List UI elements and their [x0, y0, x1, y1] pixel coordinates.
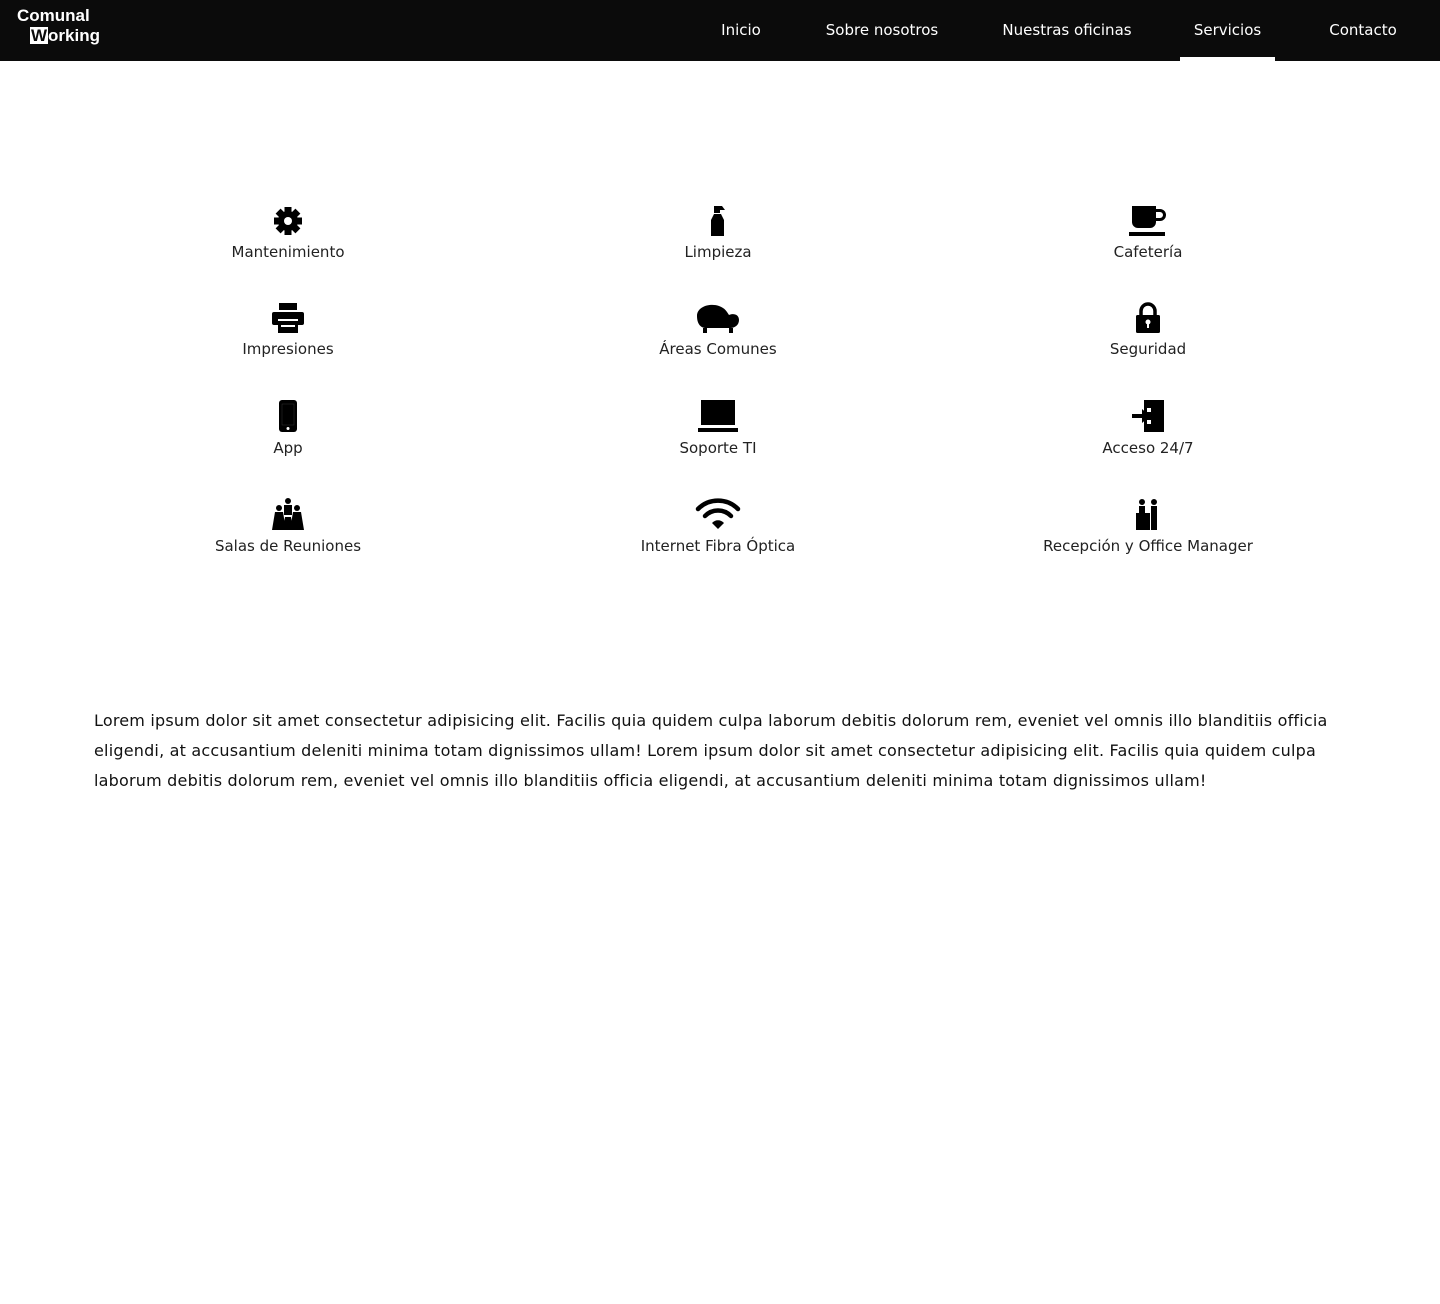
logo[interactable]: Comunal Working: [17, 6, 100, 46]
gear-icon: [274, 207, 302, 235]
nav-nuestras-oficinas[interactable]: Nuestras oficinas: [990, 0, 1144, 61]
spray-bottle-icon: [711, 206, 725, 236]
service-label: Acceso 24/7: [1102, 439, 1194, 457]
service-label: Limpieza: [684, 243, 752, 261]
service-impresiones: Impresiones: [138, 302, 438, 358]
navbar: Comunal Working Inicio Sobre nosotros Nu…: [0, 0, 1440, 61]
wifi-icon: [695, 498, 741, 529]
coffee-cup-icon: [1129, 206, 1166, 236]
printer-icon: [272, 303, 304, 333]
lock-icon: [1136, 302, 1160, 333]
service-label: Cafetería: [1113, 243, 1183, 261]
service-app: App: [138, 399, 438, 457]
service-cafeteria: Cafetería: [998, 205, 1298, 261]
meeting-people-icon: [272, 498, 304, 530]
nav-servicios[interactable]: Servicios: [1180, 0, 1275, 61]
logo-line2: Working: [30, 26, 100, 46]
service-label: Soporte TI: [679, 439, 757, 457]
service-internet-fibra-optica: Internet Fibra Óptica: [568, 497, 868, 555]
service-label: Internet Fibra Óptica: [640, 537, 796, 555]
logo-line1: Comunal: [17, 6, 90, 25]
nav-contacto[interactable]: Contacto: [1315, 0, 1411, 61]
reception-desk-icon: [1136, 499, 1157, 530]
service-label: Mantenimiento: [231, 243, 345, 261]
logo-rest: orking: [48, 26, 100, 45]
laptop-icon: [698, 400, 738, 432]
service-limpieza: Limpieza: [568, 205, 868, 261]
service-label: Seguridad: [1109, 340, 1187, 358]
smartphone-icon: [279, 400, 297, 432]
nav-inicio[interactable]: Inicio: [706, 0, 776, 61]
sofa-icon: [697, 304, 739, 333]
service-label: Recepción y Office Manager: [1043, 537, 1253, 555]
service-label: Salas de Reuniones: [214, 537, 362, 555]
service-mantenimiento: Mantenimiento: [138, 205, 438, 261]
logo-w-box: W: [30, 26, 49, 45]
nav-sobre-nosotros[interactable]: Sobre nosotros: [812, 0, 952, 61]
service-areas-comunes: Áreas Comunes: [568, 302, 868, 358]
door-enter-icon: [1132, 400, 1164, 432]
service-acceso-24-7: Acceso 24/7: [998, 399, 1298, 457]
service-label: App: [273, 439, 303, 457]
service-soporte-ti: Soporte TI: [568, 399, 868, 457]
service-salas-de-reuniones: Salas de Reuniones: [138, 497, 438, 555]
service-label: Áreas Comunes: [659, 340, 777, 358]
service-seguridad: Seguridad: [998, 302, 1298, 358]
service-recepcion-office-manager: Recepción y Office Manager: [998, 497, 1298, 555]
intro-paragraph: Lorem ipsum dolor sit amet consectetur a…: [94, 711, 1328, 790]
service-label: Impresiones: [242, 340, 334, 358]
